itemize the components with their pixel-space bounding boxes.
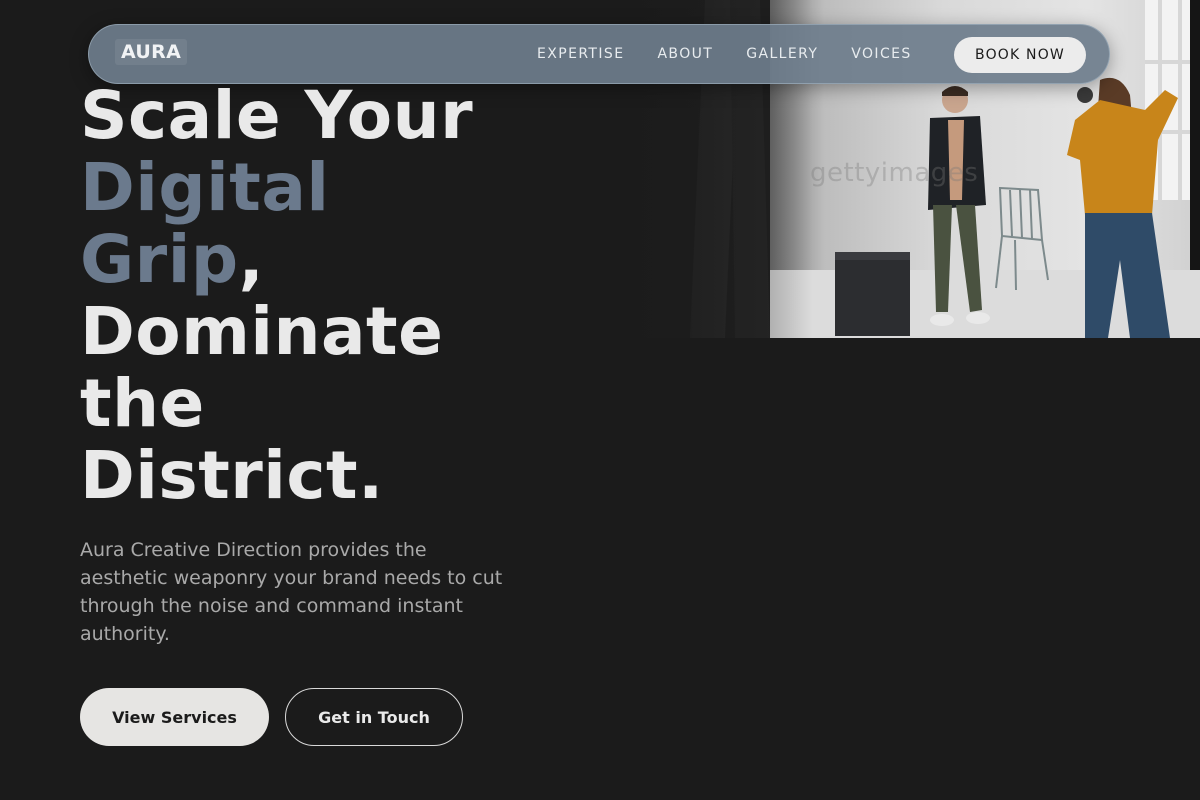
headline-line-2: Digital — [80, 149, 330, 226]
headline-accent-word: Grip — [80, 221, 239, 298]
hero-description: Aura Creative Direction provides the aes… — [80, 539, 503, 645]
brand-logo[interactable]: AURA — [115, 39, 188, 65]
view-services-button[interactable]: View Services — [80, 688, 269, 746]
nav-link-about[interactable]: ABOUT — [657, 46, 713, 62]
photo-watermark: gettyimages — [810, 158, 979, 188]
get-in-touch-button[interactable]: Get in Touch — [285, 688, 463, 746]
navbar: AURA EXPERTISE ABOUT GALLERY VOICES BOOK… — [88, 24, 1110, 84]
book-now-button[interactable]: BOOK NOW — [954, 37, 1086, 73]
landing-page: gettyimages AURA EXPERTISE ABOUT GALLERY… — [0, 0, 1200, 800]
nav-link-gallery[interactable]: GALLERY — [746, 46, 818, 62]
headline-line-6: District. — [80, 437, 384, 514]
nav-link-voices[interactable]: VOICES — [851, 46, 911, 62]
headline-line-4: Dominate — [80, 293, 444, 370]
headline-line-5: the — [80, 365, 205, 442]
nav-links: EXPERTISE ABOUT GALLERY VOICES — [537, 25, 945, 83]
nav-link-expertise[interactable]: EXPERTISE — [537, 46, 624, 62]
headline-comma: , — [238, 221, 265, 298]
headline-line-1: Scale Your — [80, 77, 474, 154]
headline-line-3: Grip, — [80, 224, 473, 296]
hero-headline: Scale Your Digital Grip, Dominate the Di… — [80, 80, 473, 512]
